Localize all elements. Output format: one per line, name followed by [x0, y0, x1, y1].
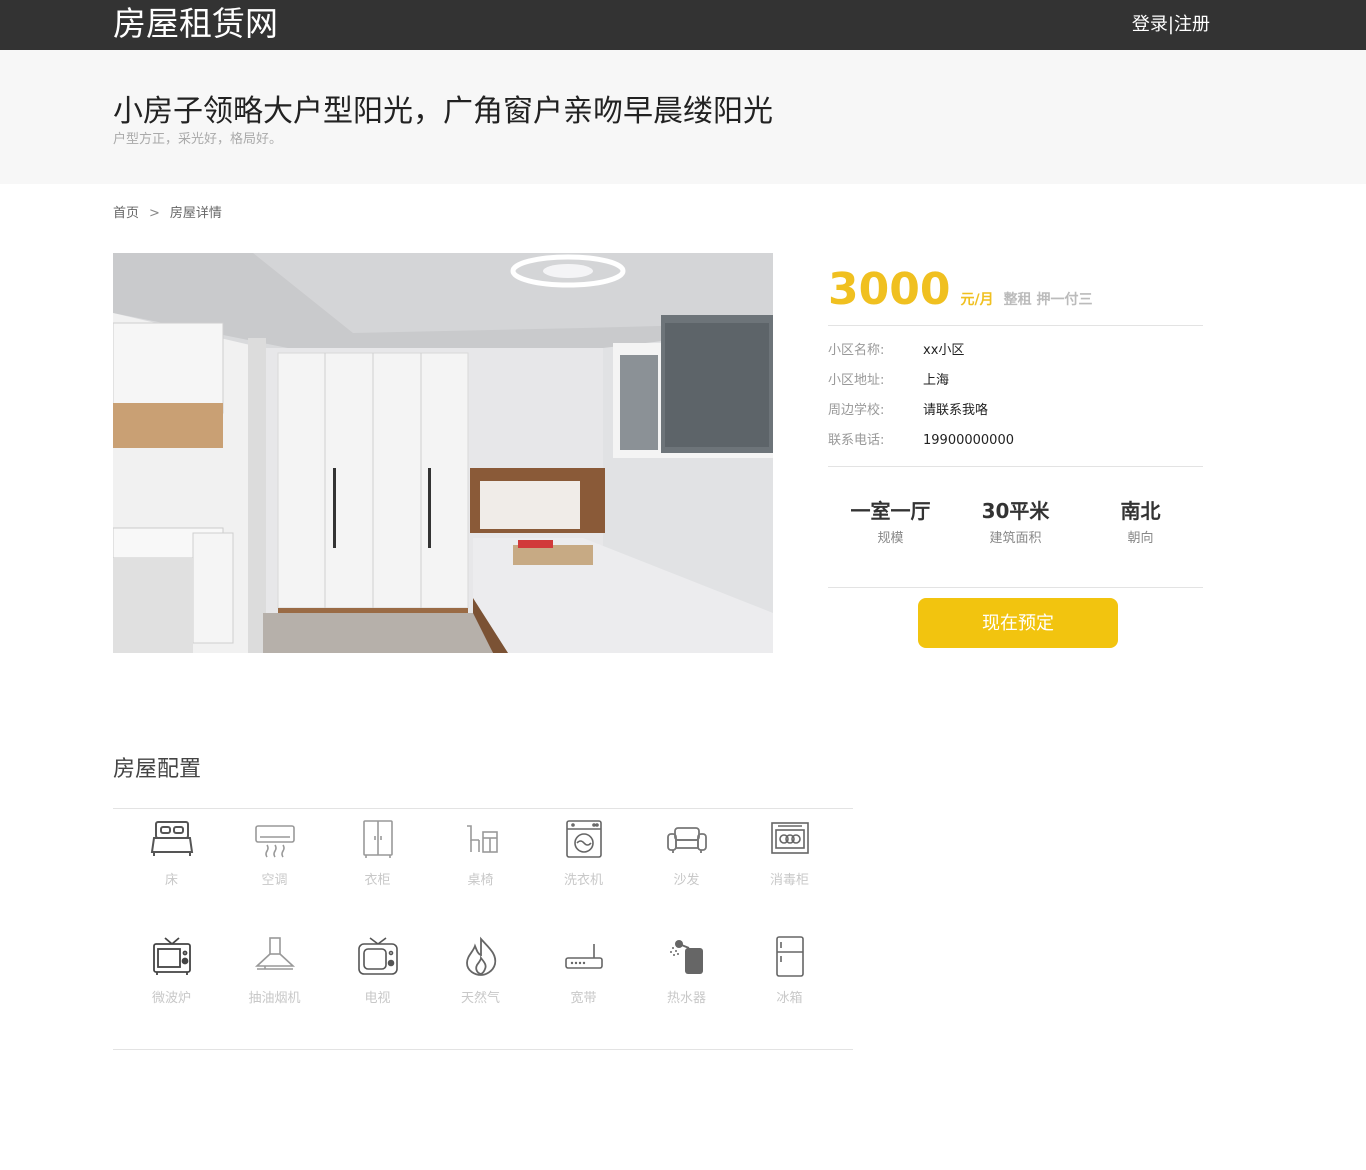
disinfection-cabinet-icon	[770, 822, 809, 854]
stat-orientation: 南北 朝向	[1078, 497, 1203, 549]
facility-bed: 床	[120, 818, 223, 890]
facility-gas: 天然气	[429, 936, 532, 1008]
stat-value: 30平米	[981, 499, 1050, 523]
router-icon	[564, 944, 603, 969]
facility-microwave: 微波炉	[120, 936, 223, 1008]
facility-label: 电视	[364, 991, 391, 1006]
facility-label: 沙发	[673, 873, 700, 888]
page-title: 小房子领略大户型阳光，广角窗户亲吻早晨缕阳光	[113, 94, 773, 129]
bedroom-photo-image	[113, 253, 773, 653]
divider	[828, 587, 1203, 588]
facility-disinfection-cabinet: 消毒柜	[738, 818, 841, 890]
house-stats: 一室一厅 规模 30平米 建筑面积 南北 朝向	[828, 497, 1203, 557]
price-row: 3000 元/月 整租 押一付三	[828, 265, 1092, 315]
fridge-icon	[775, 936, 804, 977]
book-now-button[interactable]: 现在预定	[918, 598, 1118, 648]
facility-label: 衣柜	[364, 873, 391, 888]
stat-label: 朝向	[1127, 531, 1154, 546]
stat-layout: 一室一厅 规模	[828, 497, 953, 549]
gas-flame-icon	[465, 936, 496, 976]
facility-tv: 电视	[326, 936, 429, 1008]
divider	[828, 466, 1203, 467]
facility-label: 消毒柜	[769, 873, 809, 888]
login-link[interactable]: 登录	[1132, 14, 1168, 35]
detail-label: 小区地址:	[828, 373, 885, 388]
facility-label: 天然气	[460, 991, 500, 1006]
rent-price: 3000	[828, 264, 951, 315]
facilities-bottom-divider	[113, 1049, 853, 1050]
house-photo[interactable]	[113, 253, 773, 653]
facility-label: 床	[164, 873, 178, 888]
facility-sofa: 沙发	[635, 818, 738, 890]
water-heater-icon	[669, 940, 703, 974]
detail-value: 请联系我咯	[923, 403, 989, 418]
breadcrumb-home[interactable]: 首页	[113, 206, 139, 221]
stat-value: 一室一厅	[850, 499, 931, 523]
facility-broadband: 宽带	[532, 936, 635, 1008]
facility-label: 微波炉	[151, 991, 191, 1006]
tv-icon	[357, 937, 398, 975]
facility-washing-machine: 洗衣机	[532, 818, 635, 890]
facility-label: 热水器	[666, 991, 706, 1006]
facility-label: 抽油烟机	[248, 991, 301, 1006]
facility-wardrobe: 衣柜	[326, 818, 429, 890]
title-banner: 小房子领略大户型阳光，广角窗户亲吻早晨缕阳光 户型方正，采光好，格局好。	[0, 50, 1366, 184]
auth-links: 登录|注册	[1132, 13, 1210, 37]
facility-label: 宽带	[570, 991, 597, 1006]
divider	[828, 325, 1203, 326]
price-unit: 元/月	[960, 292, 994, 308]
detail-label: 小区名称:	[828, 343, 885, 358]
detail-value[interactable]: 19900000000	[923, 433, 1014, 448]
wardrobe-icon	[362, 820, 393, 858]
rent-type: 整租 押一付三	[1003, 292, 1093, 308]
facility-air-conditioner: 空调	[223, 818, 326, 890]
facility-range-hood: 抽油烟机	[223, 936, 326, 1008]
desk-chair-icon	[466, 825, 498, 853]
facility-label: 冰箱	[776, 991, 803, 1006]
breadcrumb-separator: >	[149, 206, 160, 221]
facility-label: 空调	[261, 873, 288, 888]
stat-label: 建筑面积	[989, 531, 1042, 546]
facility-label: 桌椅	[467, 873, 494, 888]
breadcrumb-current: 房屋详情	[169, 206, 222, 221]
stat-label: 规模	[877, 531, 904, 546]
detail-label: 联系电话:	[828, 433, 885, 448]
sofa-icon	[666, 827, 707, 853]
detail-nearby-school: 周边学校: 请联系我咯	[828, 402, 988, 420]
facility-water-heater: 热水器	[635, 936, 738, 1008]
range-hood-icon	[254, 937, 295, 970]
facilities-top-divider	[113, 808, 853, 809]
air-conditioner-icon	[254, 825, 295, 858]
detail-value: xx小区	[923, 343, 965, 358]
site-logo[interactable]: 房屋租赁网	[113, 3, 278, 45]
detail-label: 周边学校:	[828, 403, 885, 418]
detail-value: 上海	[923, 373, 950, 388]
detail-community-name: 小区名称: xx小区	[828, 342, 964, 360]
facility-fridge: 冰箱	[738, 936, 841, 1008]
top-navbar: 房屋租赁网 登录|注册	[0, 0, 1366, 50]
facility-label: 洗衣机	[563, 873, 603, 888]
facilities-title: 房屋配置	[113, 757, 202, 782]
facility-desk-chair: 桌椅	[429, 818, 532, 890]
bed-icon	[150, 821, 193, 856]
stat-area: 30平米 建筑面积	[953, 497, 1078, 549]
breadcrumb: 首页 > 房屋详情	[113, 205, 222, 223]
microwave-icon	[152, 937, 191, 975]
detail-contact-phone: 联系电话: 19900000000	[828, 432, 1014, 450]
page-subtitle: 户型方正，采光好，格局好。	[113, 132, 283, 147]
washing-machine-icon	[565, 820, 602, 858]
register-link[interactable]: 注册	[1174, 14, 1210, 35]
stat-value: 南北	[1120, 499, 1161, 523]
detail-community-address: 小区地址: 上海	[828, 372, 949, 390]
